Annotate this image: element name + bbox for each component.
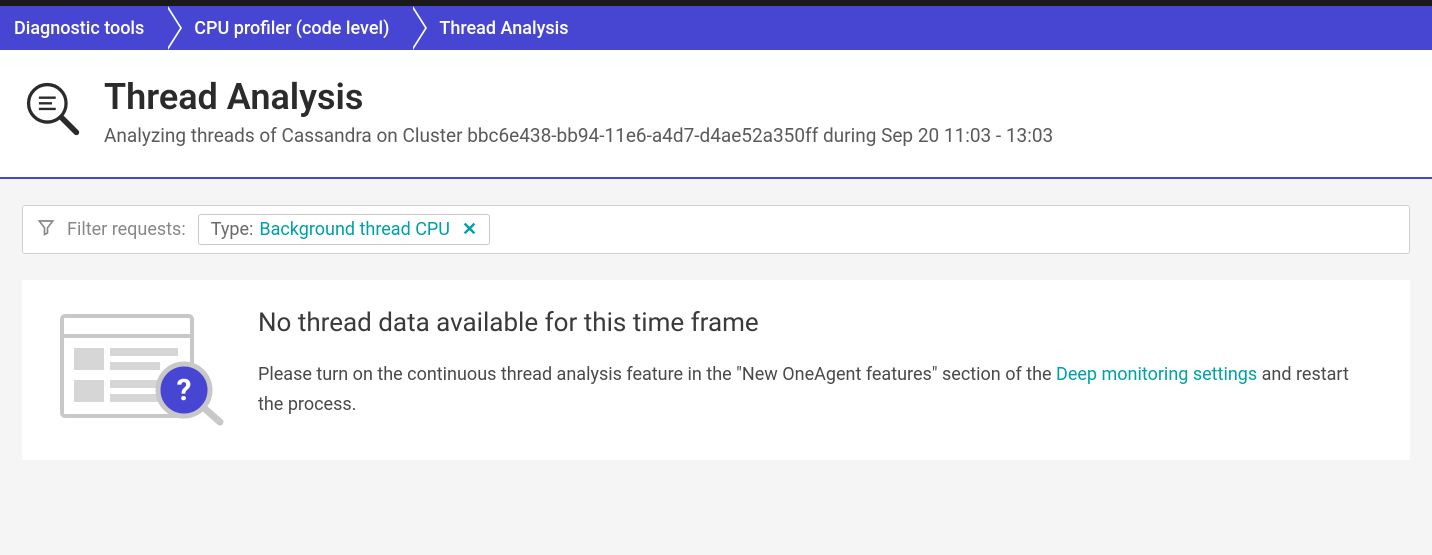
empty-state-title: No thread data available for this time f… bbox=[258, 308, 1378, 338]
page-subtitle: Analyzing threads of Cassandra on Cluste… bbox=[104, 124, 1053, 147]
empty-state-icon: ? bbox=[54, 308, 224, 432]
filter-chip-key: Type: bbox=[211, 219, 254, 240]
body-before: Please turn on the continuous thread ana… bbox=[258, 364, 1056, 385]
breadcrumb-item-thread-analysis[interactable]: Thread Analysis bbox=[411, 6, 590, 50]
empty-state-text: No thread data available for this time f… bbox=[258, 308, 1378, 421]
header-text: Thread Analysis Analyzing threads of Cas… bbox=[104, 78, 1053, 147]
page-title: Thread Analysis bbox=[104, 78, 1053, 118]
filter-chip-value: Background thread CPU bbox=[259, 219, 450, 240]
empty-state-panel: ? No thread data available for this time… bbox=[22, 280, 1410, 460]
filter-chip[interactable]: Type: Background thread CPU ✕ bbox=[198, 214, 490, 245]
breadcrumb-label: Thread Analysis bbox=[439, 18, 568, 39]
svg-text:?: ? bbox=[177, 373, 192, 408]
breadcrumb-item-cpu-profiler[interactable]: CPU profiler (code level) bbox=[166, 6, 411, 50]
breadcrumb-label: Diagnostic tools bbox=[14, 18, 144, 39]
filter-icon bbox=[37, 218, 55, 240]
filter-label: Filter requests: bbox=[67, 219, 186, 240]
analysis-icon bbox=[22, 78, 82, 142]
breadcrumb: Diagnostic tools CPU profiler (code leve… bbox=[0, 6, 1432, 50]
close-icon[interactable]: ✕ bbox=[462, 219, 477, 240]
breadcrumb-label: CPU profiler (code level) bbox=[194, 18, 389, 39]
filter-bar[interactable]: Filter requests: Type: Background thread… bbox=[22, 205, 1410, 254]
empty-state-body: Please turn on the continuous thread ana… bbox=[258, 360, 1378, 421]
page-header: Thread Analysis Analyzing threads of Cas… bbox=[0, 50, 1432, 179]
breadcrumb-item-diagnostic-tools[interactable]: Diagnostic tools bbox=[0, 6, 166, 50]
content-area: Filter requests: Type: Background thread… bbox=[0, 179, 1432, 486]
deep-monitoring-link[interactable]: Deep monitoring settings bbox=[1056, 364, 1257, 385]
